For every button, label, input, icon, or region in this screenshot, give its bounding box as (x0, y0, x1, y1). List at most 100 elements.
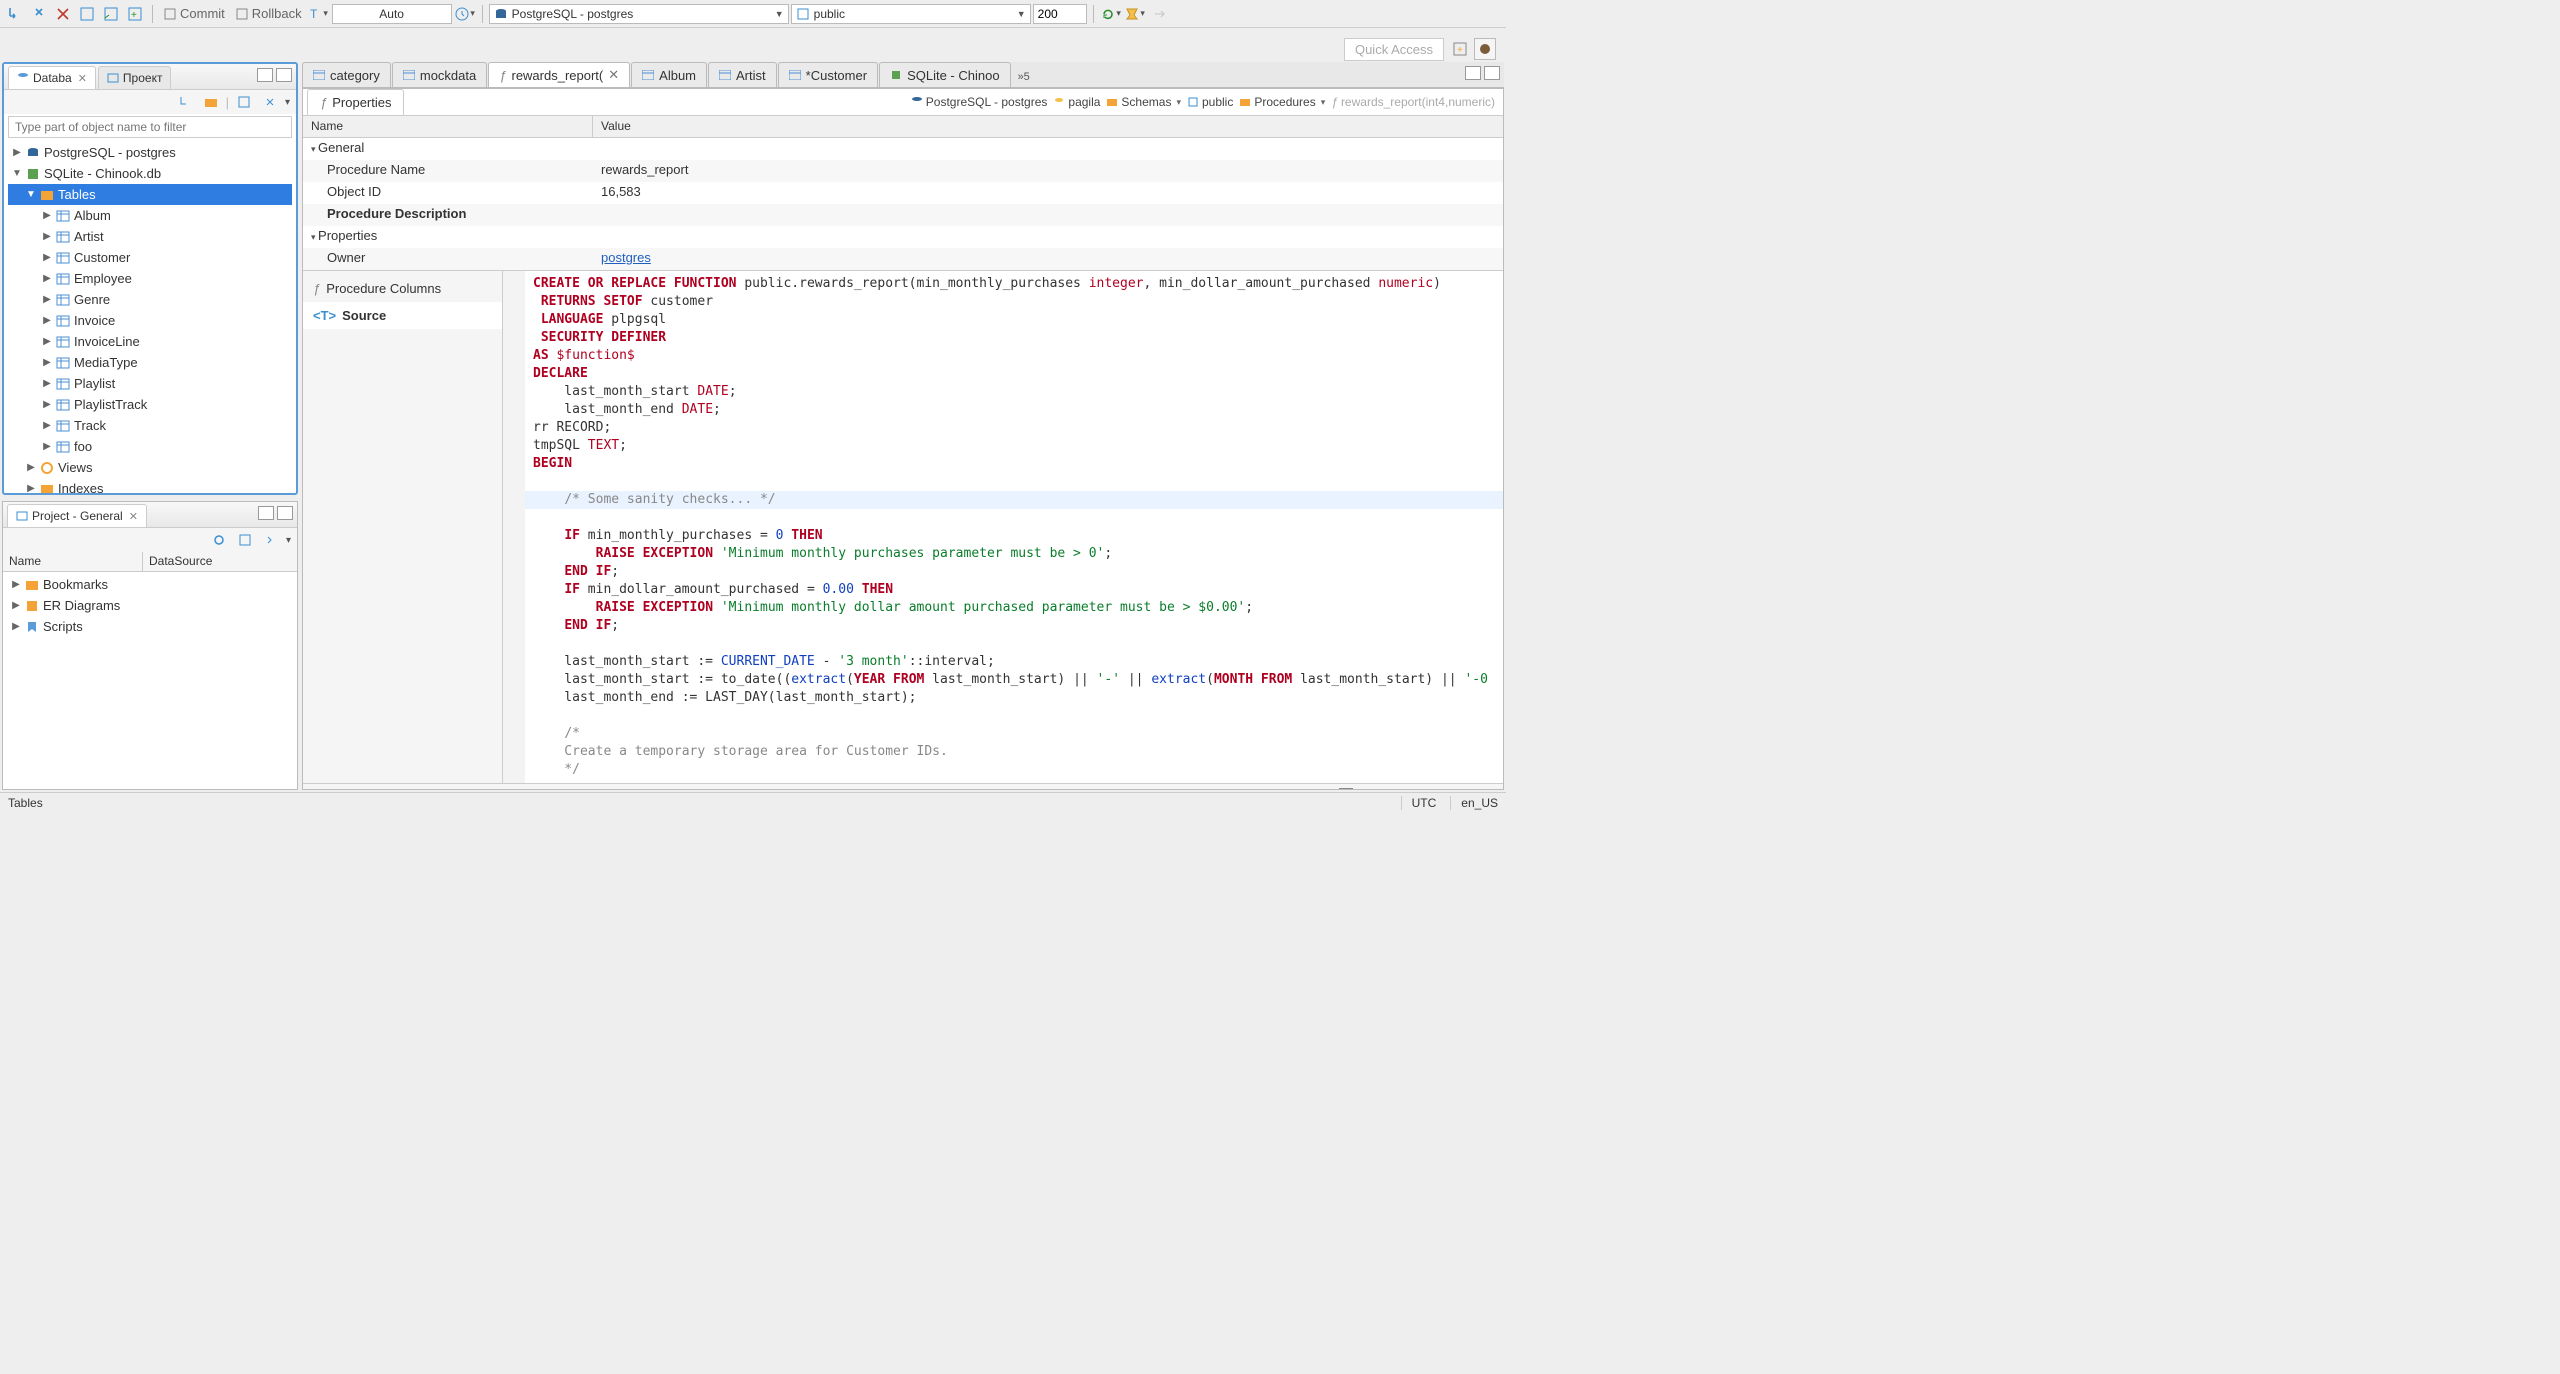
rollback-button[interactable]: Rollback (231, 6, 306, 21)
export-icon[interactable] (1148, 3, 1170, 25)
status-locale[interactable]: en_US (1450, 796, 1498, 810)
editor-tab[interactable]: mockdata (392, 62, 487, 87)
sql-script-icon[interactable] (100, 3, 122, 25)
project-item[interactable]: ▶ER Diagrams (7, 595, 293, 616)
maximize-icon[interactable] (1484, 66, 1500, 80)
commit-button[interactable]: Commit (159, 6, 229, 21)
tree-filter-input[interactable] (8, 116, 292, 138)
tree-node-table[interactable]: ▶MediaType (8, 352, 292, 373)
refresh-icon[interactable]: ▾ (1100, 3, 1122, 25)
side-source[interactable]: <T>Source (303, 302, 502, 329)
tree-node-sqlite[interactable]: ▼SQLite - Chinook.db (8, 163, 292, 184)
maximize-icon[interactable] (277, 506, 293, 520)
new-connection-small-icon[interactable] (174, 91, 196, 113)
prop-group-general[interactable]: General (303, 138, 593, 160)
prop-col-value[interactable]: Value (593, 116, 639, 137)
tx-mode-combo[interactable]: Auto (332, 4, 452, 24)
collapse-icon[interactable] (233, 91, 255, 113)
project-col-datasource[interactable]: DataSource (143, 552, 218, 571)
tx-mode-icon[interactable]: T▾ (308, 3, 330, 25)
editor-tab[interactable]: Album (631, 62, 707, 87)
prop-group-properties[interactable]: Properties (303, 226, 593, 248)
tree-node-table[interactable]: ▶Track (8, 415, 292, 436)
bc-procedures[interactable]: Procedures (1239, 95, 1325, 109)
editor-tab[interactable]: ƒrewards_report(✕ (488, 62, 630, 87)
save-icon[interactable] (1279, 784, 1301, 790)
tree-node-table[interactable]: ▶Playlist (8, 373, 292, 394)
tree-node-table[interactable]: ▶foo (8, 436, 292, 457)
schema-combo[interactable]: public ▼ (791, 4, 1031, 24)
tree-node-table[interactable]: ▶Artist (8, 226, 292, 247)
configure-icon[interactable] (208, 529, 230, 551)
tree-node-indexes[interactable]: ▶Indexes (8, 478, 292, 493)
prop-procedure-desc-label: Procedure Description (303, 204, 593, 226)
link-icon[interactable] (260, 529, 282, 551)
tree-node-views[interactable]: ▶Views (8, 457, 292, 478)
table-icon (56, 231, 70, 243)
tab-projects[interactable]: Проект (98, 66, 172, 89)
close-icon[interactable]: ✕ (608, 67, 619, 83)
collapse-all-icon[interactable] (234, 529, 256, 551)
omit-header-checkbox[interactable] (1339, 788, 1353, 790)
tabs-overflow-button[interactable]: »5 (1012, 67, 1036, 87)
tree-node-table[interactable]: ▶Genre (8, 289, 292, 310)
bc-schemas[interactable]: Schemas (1106, 95, 1181, 109)
tab-project-general[interactable]: Project - General ✕ (7, 504, 147, 527)
close-icon[interactable]: ✕ (78, 72, 87, 85)
tree-node-table[interactable]: ▶InvoiceLine (8, 331, 292, 352)
quick-access-field[interactable]: Quick Access (1344, 38, 1444, 61)
tab-database-navigator[interactable]: Databa ✕ (8, 66, 96, 89)
prop-owner-link[interactable]: postgres (601, 250, 651, 265)
datasource-combo[interactable]: PostgreSQL - postgres ▼ (489, 4, 789, 24)
omit-header-label[interactable]: Omit procedure header (1361, 788, 1495, 791)
postgres-icon (26, 146, 40, 160)
source-editor[interactable]: CREATE OR REPLACE FUNCTION public.reward… (503, 271, 1503, 783)
link-editor-icon[interactable] (259, 91, 281, 113)
bc-database[interactable]: pagila (1053, 95, 1100, 109)
prop-col-name[interactable]: Name (303, 116, 593, 137)
status-timezone[interactable]: UTC (1401, 796, 1437, 810)
dbeaver-perspective-icon[interactable] (1474, 38, 1496, 60)
sql-editor-icon[interactable] (76, 3, 98, 25)
minimize-icon[interactable] (258, 506, 274, 520)
stop-icon[interactable]: ▾ (1124, 3, 1146, 25)
project-item[interactable]: ▶Scripts (7, 616, 293, 637)
project-col-name[interactable]: Name (3, 552, 143, 571)
close-icon[interactable]: ✕ (129, 510, 138, 523)
open-perspective-icon[interactable]: + (1449, 38, 1471, 60)
editor-tab[interactable]: SQLite - Chinoo (879, 62, 1011, 87)
maximize-icon[interactable] (276, 68, 292, 82)
subtab-properties[interactable]: ƒ Properties (307, 89, 404, 115)
minimize-icon[interactable] (1465, 66, 1481, 80)
new-folder-icon[interactable] (200, 91, 222, 113)
history-icon[interactable]: ▾ (454, 3, 476, 25)
editor-tab[interactable]: category (302, 62, 391, 87)
bottom-source-label[interactable]: Source (311, 788, 352, 791)
table-icon (56, 273, 70, 285)
row-limit-input[interactable] (1033, 4, 1087, 24)
bc-datasource[interactable]: PostgreSQL - postgres (911, 95, 1048, 109)
tree-node-postgres[interactable]: ▶PostgreSQL - postgres (8, 142, 292, 163)
open-sql-icon[interactable]: + (124, 3, 146, 25)
new-connection-icon[interactable] (4, 3, 26, 25)
view-menu-icon[interactable]: ▾ (285, 97, 290, 108)
bc-procedure[interactable]: ƒrewards_report(int4,numeric) (1331, 95, 1495, 109)
side-procedure-columns[interactable]: ƒProcedure Columns (303, 275, 502, 302)
tree-node-table[interactable]: ▶Employee (8, 268, 292, 289)
tree-node-table[interactable]: ▶Invoice (8, 310, 292, 331)
open-in-editor-icon[interactable] (1309, 784, 1331, 790)
editor-tab[interactable]: Artist (708, 62, 777, 87)
connect-icon[interactable] (28, 3, 50, 25)
minimize-icon[interactable] (257, 68, 273, 82)
project-item[interactable]: ▶Bookmarks (7, 574, 293, 595)
disconnect-icon[interactable] (52, 3, 74, 25)
open-file-icon[interactable] (1249, 784, 1271, 790)
view-menu-icon[interactable]: ▾ (286, 535, 291, 546)
tree-node-table[interactable]: ▶Album (8, 205, 292, 226)
tree-node-table[interactable]: ▶Customer (8, 247, 292, 268)
bc-schema[interactable]: public (1187, 95, 1233, 109)
table-icon (56, 378, 70, 390)
tree-node-table[interactable]: ▶PlaylistTrack (8, 394, 292, 415)
tree-node-tables[interactable]: ▼Tables (8, 184, 292, 205)
editor-tab[interactable]: *Customer (778, 62, 878, 87)
